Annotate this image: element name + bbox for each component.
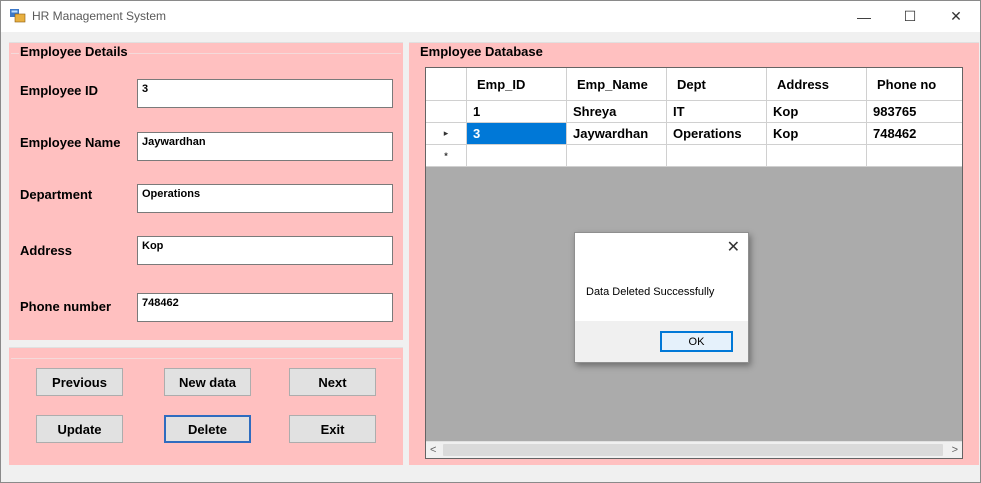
exit-button[interactable]: Exit: [289, 415, 376, 443]
column-header-emp-name[interactable]: Emp_Name: [567, 68, 667, 101]
ok-button[interactable]: OK: [660, 331, 733, 352]
main-window: HR Management System — ☐ ✕ Employee Deta…: [0, 0, 981, 483]
dialog-message: Data Deleted Successfully: [586, 286, 715, 298]
new-cell[interactable]: [567, 145, 667, 167]
cell-dept[interactable]: IT: [667, 101, 767, 123]
cell-phone[interactable]: 748462: [867, 123, 962, 145]
department-input[interactable]: Operations: [137, 184, 393, 213]
scroll-right-icon[interactable]: >: [952, 444, 958, 456]
current-row-indicator-icon[interactable]: ▸: [426, 123, 467, 145]
employee-name-input[interactable]: Jaywardhan: [137, 132, 393, 161]
cell-emp-name[interactable]: Shreya: [567, 101, 667, 123]
cell-dept[interactable]: Operations: [667, 123, 767, 145]
table-row[interactable]: ▸ 3 Jaywardhan Operations Kop 748462: [426, 123, 962, 145]
employee-details-group: Employee Details Employee ID 3 Employee …: [9, 42, 403, 340]
title-bar[interactable]: HR Management System — ☐ ✕: [1, 1, 980, 32]
new-cell[interactable]: [867, 145, 962, 167]
maximize-button[interactable]: ☐: [887, 1, 933, 32]
update-button[interactable]: Update: [36, 415, 123, 443]
address-input[interactable]: Kop: [137, 236, 393, 265]
previous-button[interactable]: Previous: [36, 368, 123, 396]
group-border: [11, 358, 401, 359]
employee-database-title: Employee Database: [419, 44, 544, 59]
horizontal-scrollbar[interactable]: < >: [426, 441, 962, 458]
window-title: HR Management System: [32, 9, 167, 23]
cell-emp-id[interactable]: 1: [467, 101, 567, 123]
cell-address[interactable]: Kop: [767, 123, 867, 145]
cell-phone[interactable]: 983765: [867, 101, 962, 123]
row-header[interactable]: [426, 101, 467, 123]
column-header-address[interactable]: Address: [767, 68, 867, 101]
department-label: Department: [20, 187, 93, 202]
address-label: Address: [20, 243, 73, 258]
new-row[interactable]: *: [426, 145, 962, 167]
employee-details-title: Employee Details: [19, 44, 129, 59]
cell-emp-name[interactable]: Jaywardhan: [567, 123, 667, 145]
employee-name-label: Employee Name: [20, 135, 121, 150]
new-cell[interactable]: [467, 145, 567, 167]
scroll-left-icon[interactable]: <: [430, 444, 436, 456]
column-header-dept[interactable]: Dept: [667, 68, 767, 101]
dialog-footer: OK: [575, 321, 748, 362]
phone-number-label: Phone number: [20, 299, 112, 314]
phone-number-input[interactable]: 748462: [137, 293, 393, 322]
new-data-button[interactable]: New data: [164, 368, 251, 396]
cell-address[interactable]: Kop: [767, 101, 867, 123]
dialog-close-icon[interactable]: ✕: [727, 237, 740, 257]
app-icon: [10, 9, 26, 23]
new-row-indicator-icon[interactable]: *: [426, 145, 467, 167]
minimize-button[interactable]: —: [841, 1, 887, 32]
scrollbar-thumb[interactable]: [443, 444, 943, 456]
employee-id-input[interactable]: 3: [137, 79, 393, 108]
table-row[interactable]: 1 Shreya IT Kop 983765: [426, 101, 962, 123]
cell-emp-id-selected[interactable]: 3: [467, 123, 567, 145]
actions-group: Previous New data Next Update Delete Exi…: [9, 347, 403, 465]
close-window-button[interactable]: ✕: [933, 1, 979, 32]
employee-id-label: Employee ID: [20, 83, 99, 98]
grid-header-row: Emp_ID Emp_Name Dept Address Phone no: [426, 68, 962, 101]
column-header-phone[interactable]: Phone no: [867, 68, 962, 101]
row-header-corner[interactable]: [426, 68, 467, 101]
message-dialog: ✕ Data Deleted Successfully OK: [574, 232, 749, 363]
new-cell[interactable]: [667, 145, 767, 167]
delete-button[interactable]: Delete: [164, 415, 251, 443]
next-button[interactable]: Next: [289, 368, 376, 396]
new-cell[interactable]: [767, 145, 867, 167]
column-header-emp-id[interactable]: Emp_ID: [467, 68, 567, 101]
